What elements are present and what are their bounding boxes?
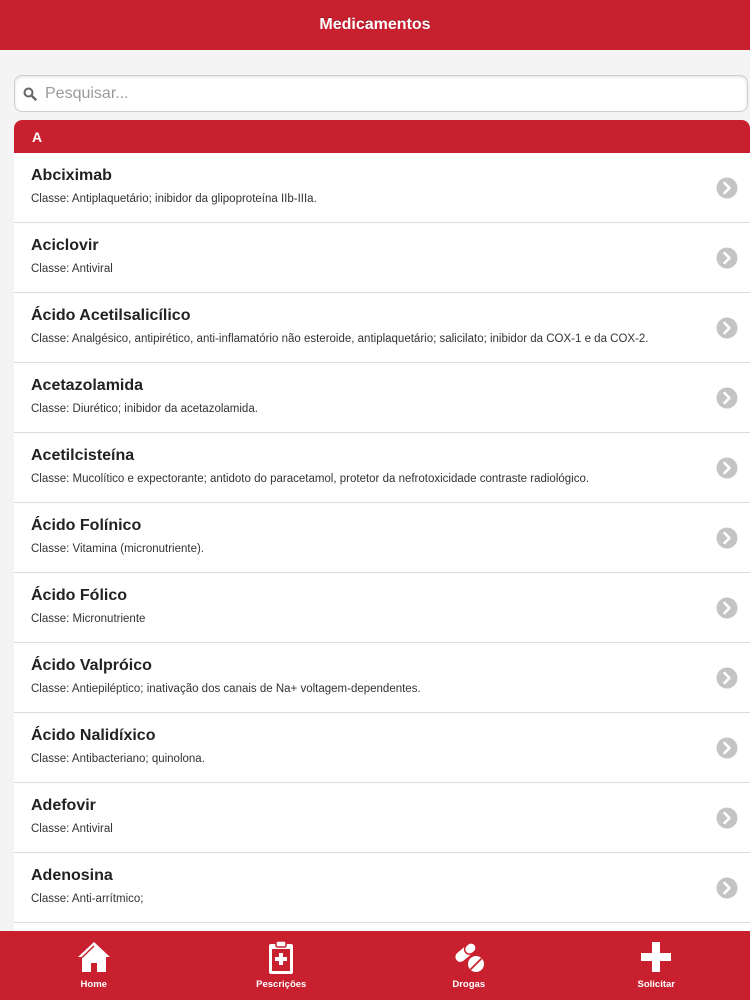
tab-drugs-label: Drogas bbox=[452, 979, 486, 990]
list-item[interactable]: Adenosina Classe: Anti-arrítmico; bbox=[14, 853, 750, 923]
home-icon bbox=[77, 942, 110, 972]
tab-request[interactable]: Solicitar bbox=[563, 931, 750, 1000]
page-title: Medicamentos bbox=[319, 16, 431, 33]
tab-prescriptions[interactable]: Pescrições bbox=[188, 931, 376, 1000]
medication-name: Acetazolamida bbox=[31, 377, 144, 394]
medication-name: Ácido Acetilsalicílico bbox=[31, 307, 191, 324]
chevron-right-icon[interactable] bbox=[716, 457, 738, 479]
tab-home[interactable]: Home bbox=[0, 931, 188, 1000]
pills-icon bbox=[455, 942, 484, 972]
chevron-right-icon[interactable] bbox=[716, 807, 738, 829]
medication-class: Classe: Anti-arrítmico; bbox=[31, 893, 144, 905]
list-item[interactable]: Ácido Fólico Classe: Micronutriente bbox=[14, 573, 750, 643]
nav-bar: Medicamentos bbox=[0, 0, 750, 50]
medication-name: Aciclovir bbox=[31, 237, 99, 254]
medication-name: Ácido Valpróico bbox=[31, 657, 152, 674]
list-item[interactable]: Acetilcisteína Classe: Mucolítico e expec… bbox=[14, 433, 750, 503]
medication-class: Classe: Antiviral bbox=[31, 263, 113, 275]
medication-class: Classe: Micronutriente bbox=[31, 613, 146, 625]
chevron-right-icon[interactable] bbox=[716, 667, 738, 689]
chevron-right-icon[interactable] bbox=[716, 387, 738, 409]
medication-name: Abciximab bbox=[31, 167, 112, 184]
tab-prescriptions-label: Pescrições bbox=[256, 979, 307, 990]
list-item[interactable]: Acetazolamida Classe: Diurético; inibidor… bbox=[14, 363, 750, 433]
search-input[interactable] bbox=[45, 78, 735, 109]
medication-class: Classe: Antiepiléptico; inativação dos c… bbox=[31, 683, 421, 695]
medication-name: Ácido Folínico bbox=[31, 517, 142, 534]
tab-bar: Home Pescrições Drogas Solicitar bbox=[0, 931, 750, 1000]
medication-name: Ácido Nalidíxico bbox=[31, 727, 156, 744]
tab-drugs[interactable]: Drogas bbox=[375, 931, 563, 1000]
medication-class: Classe: Diurético; inibidor da acetazola… bbox=[31, 403, 258, 415]
search-bar[interactable] bbox=[14, 75, 748, 112]
chevron-right-icon[interactable] bbox=[716, 597, 738, 619]
tab-home-label: Home bbox=[80, 979, 107, 990]
medication-class: Classe: Mucolítico e expectorante; antid… bbox=[31, 473, 590, 485]
prescription-clipboard-icon bbox=[269, 940, 294, 974]
chevron-right-icon[interactable] bbox=[716, 247, 738, 269]
tab-request-label: Solicitar bbox=[637, 979, 676, 990]
medication-class: Classe: Antiviral bbox=[31, 823, 113, 835]
chevron-right-icon[interactable] bbox=[716, 737, 738, 759]
list-item[interactable]: Adefovir Classe: Antiviral bbox=[14, 783, 750, 853]
section-header-a: A bbox=[14, 120, 750, 153]
medication-class: Classe: Vitamina (micronutriente). bbox=[31, 543, 204, 555]
list-item[interactable]: Ácido Nalidíxico Classe: Antibacteriano; … bbox=[14, 713, 750, 783]
list-item[interactable]: Abciximab Classe: Antiplaquetário; inibid… bbox=[14, 153, 750, 223]
medication-name: Adenosina bbox=[31, 867, 113, 884]
chevron-right-icon[interactable] bbox=[716, 317, 738, 339]
medication-name: Acetilcisteína bbox=[31, 447, 135, 464]
list-item[interactable]: Aciclovir Classe: Antiviral bbox=[14, 223, 750, 293]
list-item[interactable]: Ácido Acetilsalicílico Classe: Analgésico… bbox=[14, 293, 750, 363]
plus-icon bbox=[641, 942, 672, 972]
medication-class: Classe: Antibacteriano; quinolona. bbox=[31, 753, 205, 765]
search-icon bbox=[15, 75, 45, 112]
medication-class: Classe: Antiplaquetário; inibidor da gli… bbox=[31, 193, 317, 205]
medication-list[interactable]: A Abciximab Classe: Antiplaquetário; inib… bbox=[14, 120, 750, 931]
chevron-right-icon[interactable] bbox=[716, 527, 738, 549]
medication-name: Adefovir bbox=[31, 797, 96, 814]
medication-name: Ácido Fólico bbox=[31, 587, 127, 604]
chevron-right-icon[interactable] bbox=[716, 877, 738, 899]
list-item[interactable]: Ácido Valpróico Classe: Antiepiléptico; i… bbox=[14, 643, 750, 713]
medication-class: Classe: Analgésico, antipirético, anti-i… bbox=[31, 333, 649, 345]
chevron-right-icon[interactable] bbox=[716, 177, 738, 199]
list-item[interactable]: Ácido Folínico Classe: Vitamina (micronut… bbox=[14, 503, 750, 573]
